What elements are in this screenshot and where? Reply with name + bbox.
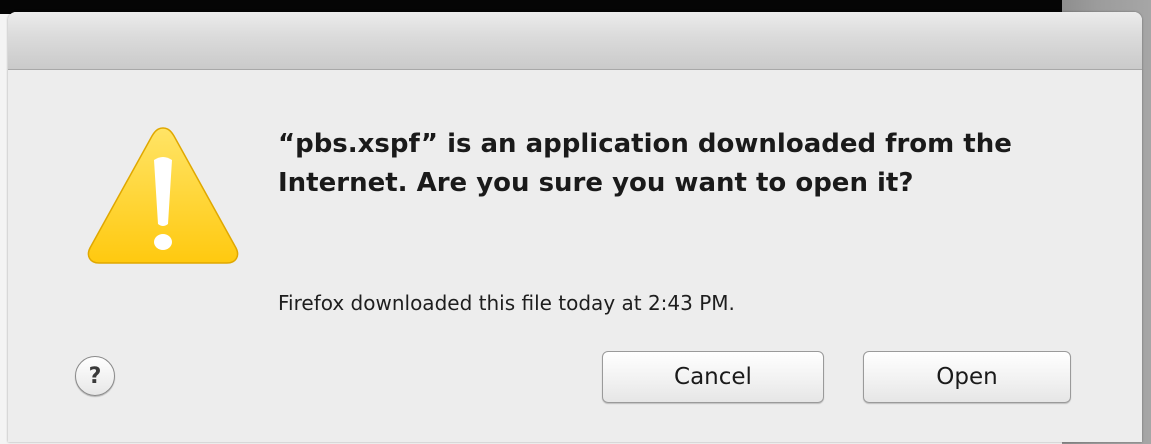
warning-triangle-icon	[87, 127, 239, 264]
help-question-icon: ?	[88, 363, 102, 389]
cancel-button[interactable]: Cancel	[602, 351, 824, 403]
help-button[interactable]: ?	[75, 356, 115, 396]
dialog-titlebar	[8, 12, 1142, 70]
dialog-info-text: Firefox downloaded this file today at 2:…	[278, 291, 735, 315]
open-button[interactable]: Open	[863, 351, 1071, 403]
dialog-content: “pbs.xspf” is an application downloaded …	[8, 70, 1142, 442]
dialog-message: “pbs.xspf” is an application downloaded …	[278, 129, 1012, 198]
security-warning-dialog: “pbs.xspf” is an application downloaded …	[8, 12, 1142, 442]
